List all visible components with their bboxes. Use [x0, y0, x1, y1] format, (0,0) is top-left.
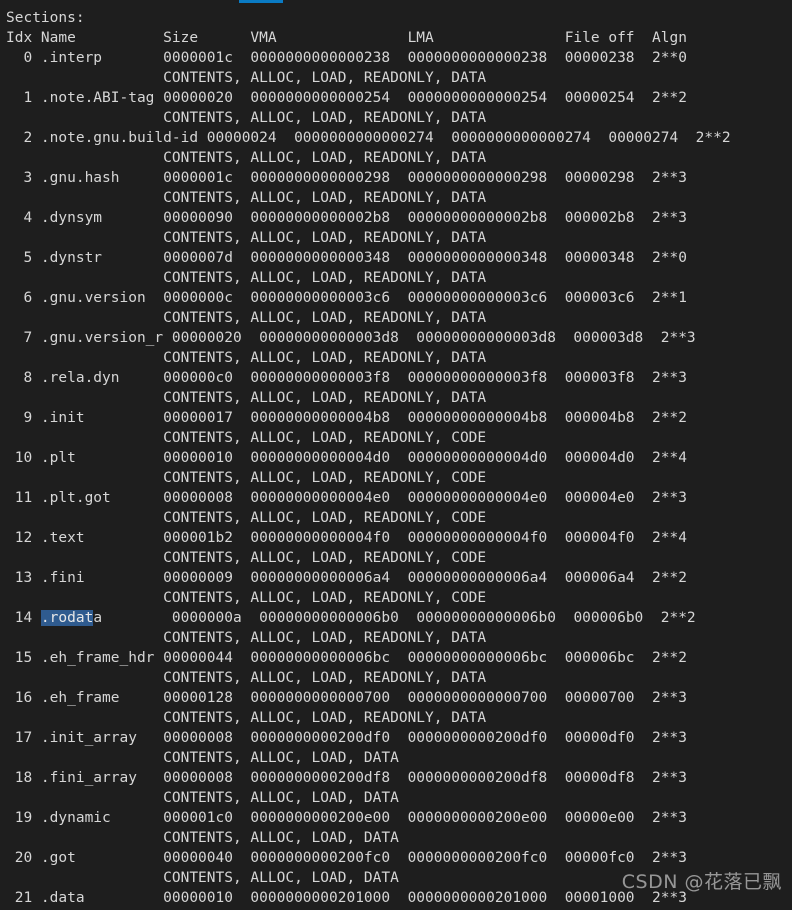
section-flags-row: CONTENTS, ALLOC, LOAD, DATA: [6, 750, 399, 766]
section-row[interactable]: 11 .plt.got 00000008 00000000000004e0 00…: [6, 488, 792, 508]
section-row[interactable]: 13 .fini 00000009 00000000000006a4 00000…: [6, 568, 792, 588]
section-row[interactable]: 4 .dynsym 00000090 00000000000002b8 0000…: [6, 208, 792, 228]
section-row[interactable]: 10 .plt 00000010 00000000000004d0 000000…: [6, 448, 792, 468]
section-row[interactable]: 5 .dynstr 0000007d 0000000000000348 0000…: [6, 248, 792, 268]
section-row-prefix: 14: [6, 610, 41, 626]
section-flags-row: CONTENTS, ALLOC, LOAD, READONLY, DATA: [6, 310, 487, 326]
section-row[interactable]: 18 .fini_array 00000008 0000000000200df8…: [6, 768, 792, 788]
section-row[interactable]: 17 .init_array 00000008 0000000000200df0…: [6, 728, 792, 748]
section-flags-row: CONTENTS, ALLOC, LOAD, READONLY, DATA: [6, 350, 487, 366]
section-row[interactable]: 1 .note.ABI-tag 00000020 000000000000025…: [6, 88, 792, 108]
active-tab-underline-indicator: [239, 0, 283, 3]
section-row[interactable]: 12 .text 000001b2 00000000000004f0 00000…: [6, 528, 792, 548]
section-row[interactable]: 8 .rela.dyn 000000c0 00000000000003f8 00…: [6, 368, 792, 388]
section-row-suffix: a 0000000a 00000000000006b0 000000000000…: [93, 610, 696, 626]
section-row[interactable]: 0 .interp 0000001c 0000000000000238 0000…: [6, 48, 792, 68]
section-row[interactable]: 7 .gnu.version_r 00000020 00000000000003…: [6, 328, 792, 348]
column-header-row: Idx Name Size VMA LMA File off Algn: [6, 30, 687, 46]
section-flags-row: CONTENTS, ALLOC, LOAD, DATA: [6, 830, 399, 846]
section-row[interactable]: 6 .gnu.version 0000000c 00000000000003c6…: [6, 288, 792, 308]
section-flags-row: CONTENTS, ALLOC, LOAD, DATA: [6, 790, 399, 806]
section-row[interactable]: 3 .gnu.hash 0000001c 0000000000000298 00…: [6, 168, 792, 188]
section-row-selected[interactable]: 14 .rodata 0000000a 00000000000006b0 000…: [6, 608, 792, 628]
section-flags-row: CONTENTS, ALLOC, LOAD, READONLY, DATA: [6, 710, 487, 726]
section-flags-row: CONTENTS, ALLOC, LOAD, READONLY, CODE: [6, 510, 487, 526]
section-flags-row: CONTENTS, ALLOC, LOAD, READONLY, DATA: [6, 150, 487, 166]
section-flags-row: CONTENTS, ALLOC, LOAD, DATA: [6, 870, 399, 886]
objdump-section-listing[interactable]: Sections: Idx Name Size VMA LMA File off…: [6, 8, 792, 908]
section-flags-row: CONTENTS, ALLOC, LOAD, READONLY, DATA: [6, 630, 487, 646]
section-flags-row: CONTENTS, ALLOC, LOAD, READONLY, CODE: [6, 470, 487, 486]
section-row[interactable]: 2 .note.gnu.build-id 00000024 0000000000…: [6, 128, 792, 148]
sections-title: Sections:: [6, 10, 85, 26]
section-flags-row: CONTENTS, ALLOC, LOAD, READONLY, DATA: [6, 670, 487, 686]
terminal-output-pane[interactable]: Sections: Idx Name Size VMA LMA File off…: [0, 0, 792, 910]
section-row[interactable]: 20 .got 00000040 0000000000200fc0 000000…: [6, 848, 792, 868]
section-flags-row: CONTENTS, ALLOC, LOAD, READONLY, DATA: [6, 270, 487, 286]
section-flags-row: CONTENTS, ALLOC, LOAD, READONLY, CODE: [6, 590, 487, 606]
section-flags-row: CONTENTS, ALLOC, LOAD, READONLY, DATA: [6, 110, 487, 126]
section-row[interactable]: 21 .data 00000010 0000000000201000 00000…: [6, 888, 792, 908]
section-flags-row: CONTENTS, ALLOC, LOAD, READONLY, DATA: [6, 190, 487, 206]
section-flags-row: CONTENTS, ALLOC, LOAD, READONLY, DATA: [6, 230, 487, 246]
section-flags-row: CONTENTS, ALLOC, LOAD, READONLY, DATA: [6, 390, 487, 406]
section-row[interactable]: 9 .init 00000017 00000000000004b8 000000…: [6, 408, 792, 428]
section-row[interactable]: 16 .eh_frame 00000128 0000000000000700 0…: [6, 688, 792, 708]
section-flags-row: CONTENTS, ALLOC, LOAD, READONLY, DATA: [6, 70, 487, 86]
section-row[interactable]: 15 .eh_frame_hdr 00000044 00000000000006…: [6, 648, 792, 668]
text-selection-highlight[interactable]: .rodat: [40, 610, 94, 626]
section-row[interactable]: 19 .dynamic 000001c0 0000000000200e00 00…: [6, 808, 792, 828]
section-flags-row: CONTENTS, ALLOC, LOAD, READONLY, CODE: [6, 550, 487, 566]
section-flags-row: CONTENTS, ALLOC, LOAD, READONLY, CODE: [6, 430, 487, 446]
